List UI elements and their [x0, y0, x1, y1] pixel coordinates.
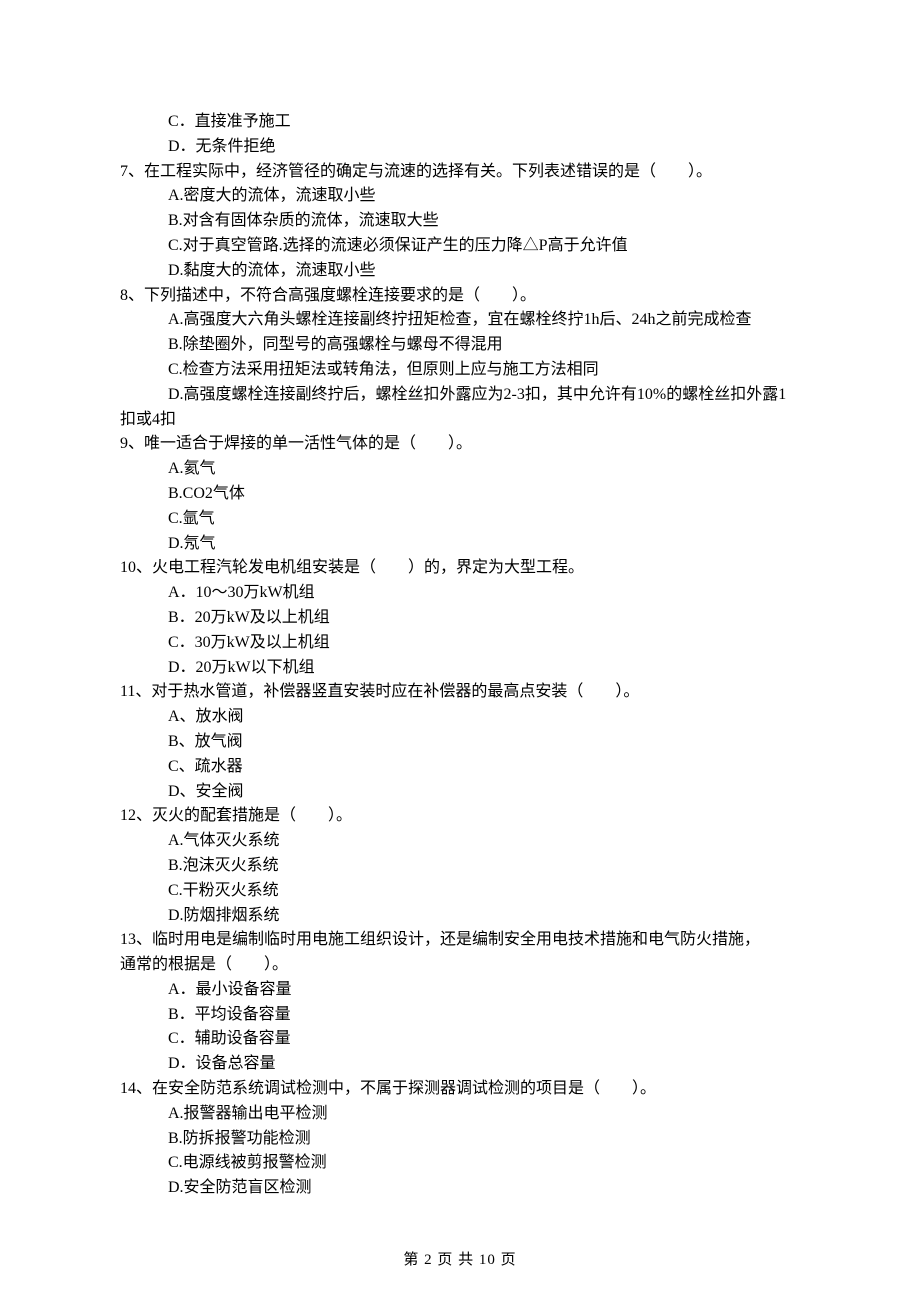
answer-option: A.气体灭火系统	[120, 829, 800, 854]
answer-option: D.安全防范盲区检测	[120, 1176, 800, 1201]
answer-option: A.密度大的流体，流速取小些	[120, 184, 800, 209]
answer-option: C．辅助设备容量	[120, 1027, 800, 1052]
answer-option: D、安全阀	[120, 780, 800, 805]
question-stem: 11、对于热水管道，补偿器竖直安装时应在补偿器的最高点安装（ ）。	[120, 680, 800, 705]
answer-option: C．30万kW及以上机组	[120, 631, 800, 656]
answer-option: D．20万kW以下机组	[120, 656, 800, 681]
question-stem: 扣或4扣	[120, 408, 800, 433]
answer-option: C．直接准予施工	[120, 110, 800, 135]
answer-option: C.检查方法采用扭矩法或转角法，但原则上应与施工方法相同	[120, 358, 800, 383]
answer-option: D．设备总容量	[120, 1052, 800, 1077]
answer-option: A.氦气	[120, 457, 800, 482]
answer-option: B.对含有固体杂质的流体，流速取大些	[120, 209, 800, 234]
question-stem: 8、下列描述中，不符合高强度螺栓连接要求的是（ ）。	[120, 284, 800, 309]
answer-option: A.报警器输出电平检测	[120, 1102, 800, 1127]
answer-option: D.高强度螺栓连接副终拧后，螺栓丝扣外露应为2-3扣，其中允许有10%的螺栓丝扣…	[120, 383, 800, 408]
answer-option: C.氩气	[120, 507, 800, 532]
answer-option: A、放水阀	[120, 705, 800, 730]
question-stem: 9、唯一适合于焊接的单一活性气体的是（ ）。	[120, 432, 800, 457]
page-body: C．直接准予施工D．无条件拒绝7、在工程实际中，经济管径的确定与流速的选择有关。…	[0, 0, 920, 1302]
answer-option: A．最小设备容量	[120, 978, 800, 1003]
question-stem: 12、灭火的配套措施是（ ）。	[120, 804, 800, 829]
answer-option: B.除垫圈外，同型号的高强螺栓与螺母不得混用	[120, 333, 800, 358]
question-list: C．直接准予施工D．无条件拒绝7、在工程实际中，经济管径的确定与流速的选择有关。…	[120, 110, 800, 1201]
answer-option: B．20万kW及以上机组	[120, 606, 800, 631]
answer-option: B．平均设备容量	[120, 1003, 800, 1028]
answer-option: B、放气阀	[120, 730, 800, 755]
answer-option: D.黏度大的流体，流速取小些	[120, 259, 800, 284]
answer-option: C.对于真空管路.选择的流速必须保证产生的压力降△P高于允许值	[120, 234, 800, 259]
answer-option: D.防烟排烟系统	[120, 904, 800, 929]
question-stem: 13、临时用电是编制临时用电施工组织设计，还是编制安全用电技术措施和电气防火措施…	[120, 928, 800, 953]
answer-option: C.干粉灭火系统	[120, 879, 800, 904]
page-footer: 第 2 页 共 10 页	[0, 1249, 920, 1272]
answer-option: C.电源线被剪报警检测	[120, 1151, 800, 1176]
answer-option: B.泡沫灭火系统	[120, 854, 800, 879]
answer-option: D.氖气	[120, 532, 800, 557]
question-stem: 7、在工程实际中，经济管径的确定与流速的选择有关。下列表述错误的是（ ）。	[120, 160, 800, 185]
answer-option: D．无条件拒绝	[120, 135, 800, 160]
answer-option: B.防拆报警功能检测	[120, 1127, 800, 1152]
question-stem: 通常的根据是（ ）。	[120, 953, 800, 978]
answer-option: A．10～30万kW机组	[120, 581, 800, 606]
question-stem: 10、火电工程汽轮发电机组安装是（ ）的，界定为大型工程。	[120, 556, 800, 581]
answer-option: C、疏水器	[120, 755, 800, 780]
question-stem: 14、在安全防范系统调试检测中，不属于探测器调试检测的项目是（ ）。	[120, 1077, 800, 1102]
answer-option: B.CO2气体	[120, 482, 800, 507]
answer-option: A.高强度大六角头螺栓连接副终拧扭矩检查，宜在螺栓终拧1h后、24h之前完成检查	[120, 308, 800, 333]
